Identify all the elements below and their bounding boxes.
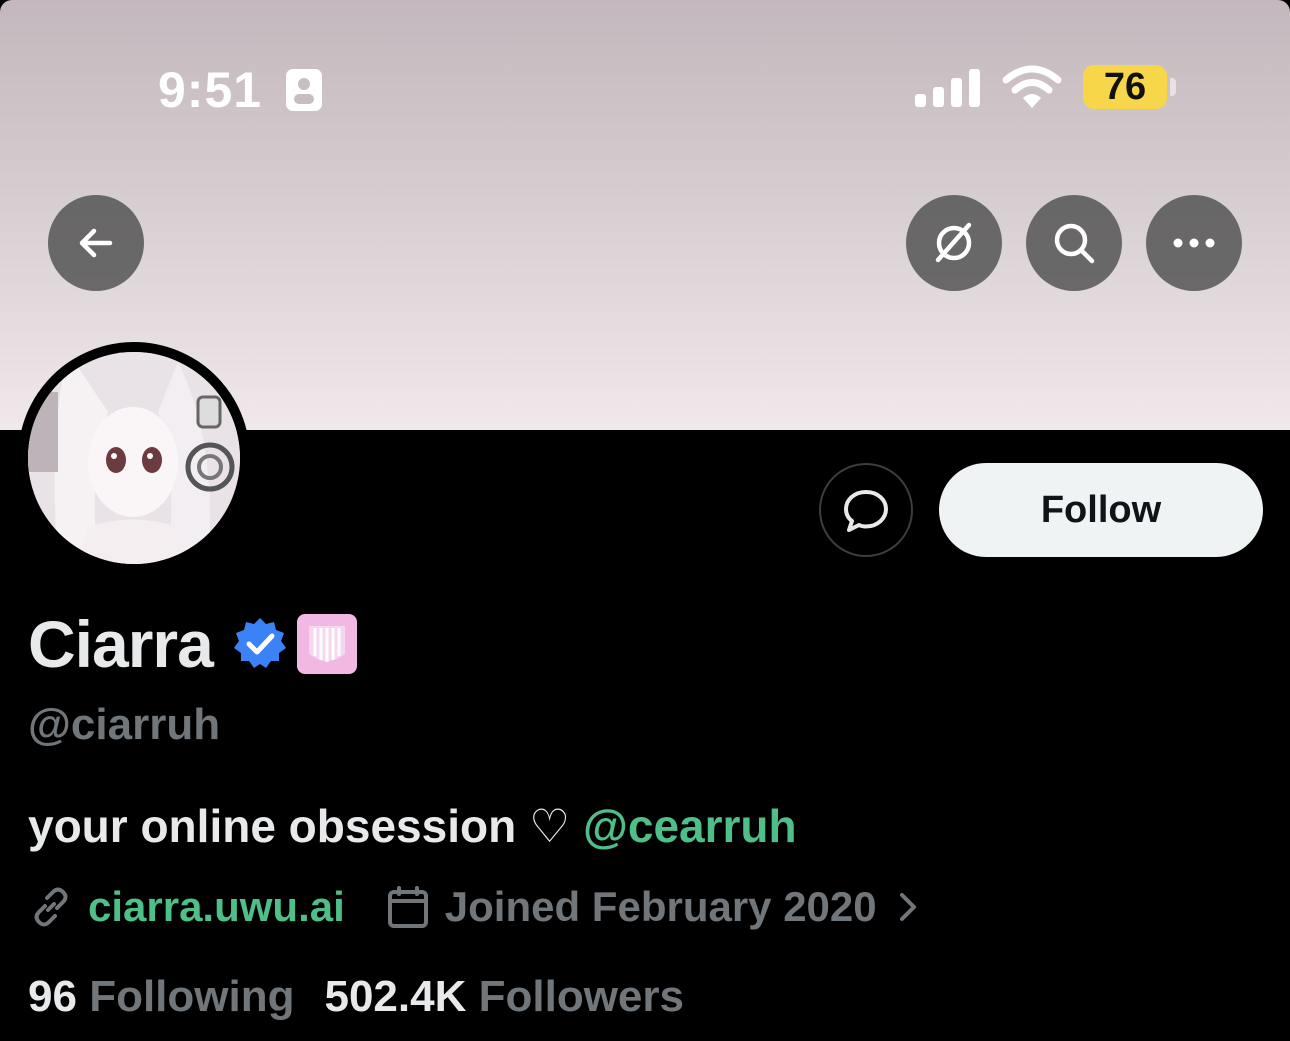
verified-badge-icon[interactable] bbox=[231, 615, 289, 673]
more-icon bbox=[1173, 238, 1215, 248]
followers-stat[interactable]: 502.4K Followers bbox=[324, 970, 684, 1024]
status-time: 9:51 bbox=[158, 62, 263, 118]
contact-card-icon bbox=[286, 69, 322, 111]
display-name: Ciarra bbox=[28, 607, 214, 681]
chevron-right-icon[interactable] bbox=[893, 887, 923, 927]
grok-icon bbox=[935, 222, 972, 263]
profile-handle: @ciarruh bbox=[28, 700, 221, 749]
avatar-image bbox=[28, 352, 240, 564]
affiliate-badge-icon[interactable] bbox=[295, 612, 359, 676]
profile-bio: your online obsession ♡ @cearruh bbox=[28, 798, 797, 854]
following-stat[interactable]: 96 Following bbox=[28, 970, 294, 1024]
calendar-icon bbox=[387, 886, 428, 928]
grok-button[interactable] bbox=[906, 195, 1002, 291]
battery-level: 76 bbox=[1103, 66, 1147, 108]
more-options-button[interactable] bbox=[1146, 195, 1242, 291]
name-row: Ciarra bbox=[28, 604, 359, 684]
profile-meta-row: ciarra.uwu.ai Joined February 2020 bbox=[28, 880, 923, 934]
website-link[interactable]: ciarra.uwu.ai bbox=[88, 880, 345, 934]
battery-indicator: 76 bbox=[1083, 65, 1167, 109]
profile-stats: 96 Following 502.4K Followers bbox=[28, 970, 684, 1024]
link-icon bbox=[34, 887, 68, 927]
battery-cap bbox=[1170, 78, 1176, 96]
cell-signal-icon bbox=[915, 69, 980, 107]
follow-button[interactable]: Follow bbox=[939, 463, 1263, 557]
wifi-icon bbox=[1002, 65, 1062, 108]
following-count: 96 bbox=[28, 972, 77, 1021]
followers-label: Followers bbox=[478, 972, 684, 1021]
message-bubble-icon bbox=[844, 490, 888, 532]
following-label: Following bbox=[89, 972, 295, 1021]
followers-count: 502.4K bbox=[324, 972, 467, 1021]
back-button[interactable] bbox=[48, 195, 144, 291]
bio-mention-link[interactable]: @cearruh bbox=[583, 800, 797, 852]
back-arrow-icon bbox=[79, 228, 113, 258]
search-button[interactable] bbox=[1026, 195, 1122, 291]
bio-text: your online obsession ♡ bbox=[28, 800, 583, 852]
anime-girl-illustration bbox=[28, 352, 240, 564]
profile-avatar[interactable] bbox=[18, 342, 250, 574]
search-icon bbox=[1054, 223, 1095, 264]
joined-date[interactable]: Joined February 2020 bbox=[445, 880, 877, 934]
message-button[interactable] bbox=[819, 463, 913, 557]
